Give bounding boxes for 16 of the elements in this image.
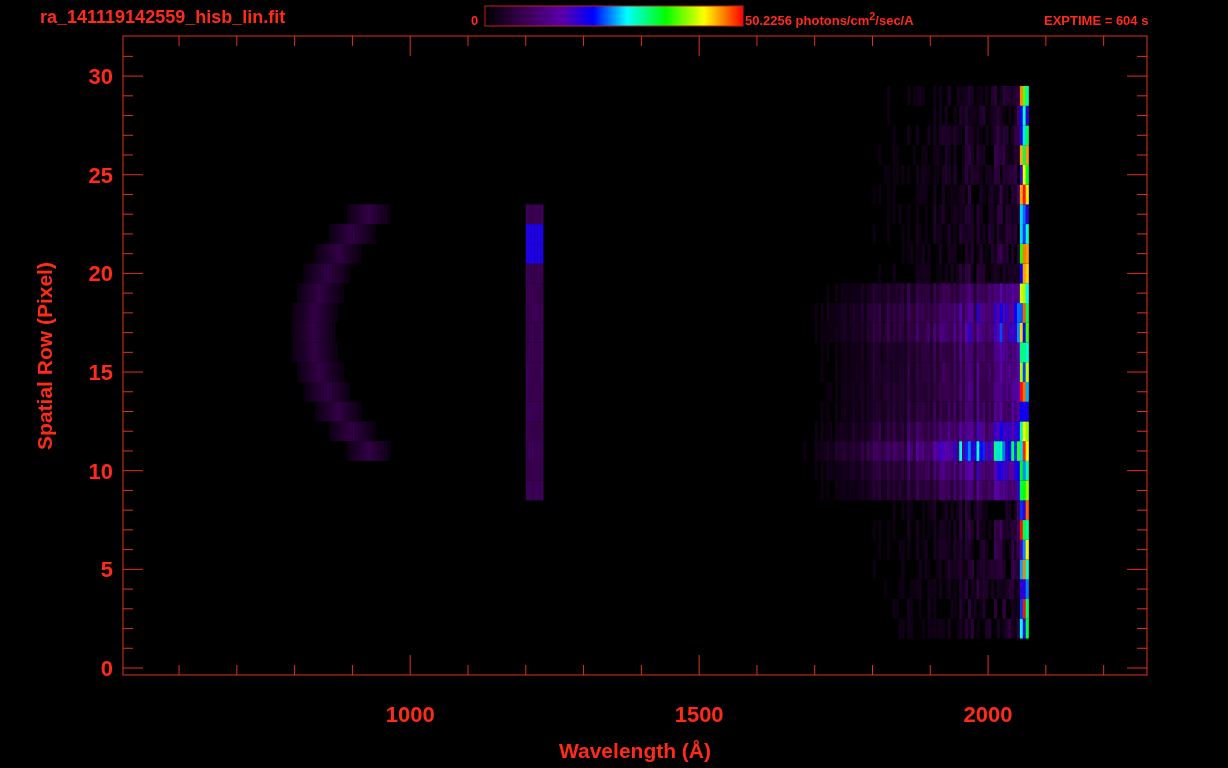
y-tick-label: 25 <box>88 162 113 188</box>
x-tick-label: 1000 <box>385 702 435 727</box>
colorbar-min-label: 0 <box>471 13 479 28</box>
y-tick-label: 0 <box>100 656 113 681</box>
y-axis-label: Spatial Row (Pixel) <box>33 262 56 450</box>
exposure-time: EXPTIME = 604 s <box>1044 13 1149 28</box>
y-tick-label: 10 <box>88 458 113 484</box>
y-tick-label: 15 <box>88 360 113 386</box>
colorbar-max-label: 50.2256 photons/cm$^{2}$/sec/A <box>745 9 914 30</box>
y-tick-label: 5 <box>100 557 113 583</box>
x-tick-label: 2000 <box>963 702 1013 727</box>
y-tick-label: 30 <box>88 64 113 90</box>
y-tick-label: 20 <box>88 261 113 287</box>
x-axis-label: Wavelength (Å) <box>558 739 712 762</box>
x-tick-label: 1500 <box>674 702 724 727</box>
file-title: ra_141119142559_hisb_lin.fit <box>40 7 286 27</box>
